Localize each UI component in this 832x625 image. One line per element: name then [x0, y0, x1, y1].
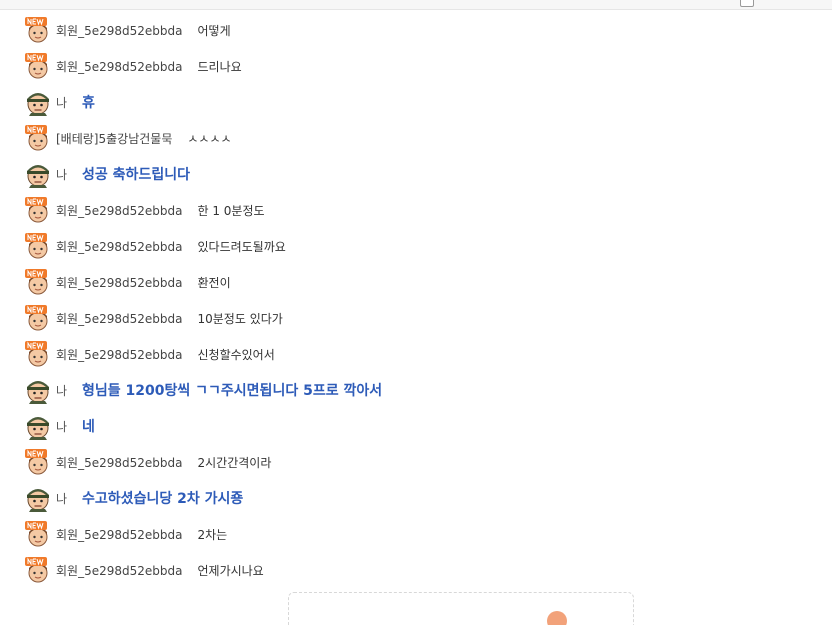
chat-message: 나 성공 축하드립니다: [24, 156, 190, 192]
message-text: 형님들 1200탕씩 ㄱㄱ주시면됩니다 5프로 깍아서: [82, 383, 383, 399]
message-nickname: 나: [56, 419, 68, 434]
top-toolbar: [0, 0, 832, 10]
message-nickname[interactable]: 회원_5e298d52ebbda: [56, 202, 182, 219]
chat-message: 나 휴: [24, 84, 95, 120]
message-text: 10분정도 있다가: [197, 311, 283, 326]
new-member-avatar-icon: [25, 17, 48, 43]
message-nickname[interactable]: 회원_5e298d52ebbda: [56, 454, 182, 471]
chat-message: 회원_5e298d52ebbda 2차는: [24, 516, 227, 552]
message-nickname[interactable]: 회원_5e298d52ebbda: [56, 310, 182, 327]
chat-message: 회원_5e298d52ebbda 언제가시나요: [24, 552, 264, 588]
chat-message: 회원_5e298d52ebbda 환전이: [24, 264, 231, 300]
chat-input-box[interactable]: [288, 592, 634, 625]
message-text: 신청할수있어서: [197, 347, 275, 362]
chat-message: 나 형님들 1200탕씩 ㄱㄱ주시면됩니다 5프로 깍아서: [24, 372, 382, 408]
soldier-avatar-icon: [27, 489, 49, 512]
message-text: 있다드려도될까요: [197, 239, 286, 254]
new-member-avatar-icon: [25, 197, 48, 223]
soldier-avatar-icon: [27, 93, 49, 116]
new-member-avatar-icon: [25, 233, 48, 259]
message-nickname: 나: [56, 167, 68, 182]
message-nickname: 나: [56, 491, 68, 506]
new-member-avatar-icon: [25, 53, 48, 79]
message-text: 드리나요: [197, 59, 242, 74]
chat-window: 회원_5e298d52ebbda 어떻게 회원_5e298d52ebbda 드리…: [0, 0, 832, 625]
new-member-avatar-icon: [25, 449, 48, 475]
chat-message: 회원_5e298d52ebbda 10분정도 있다가: [24, 300, 283, 336]
message-text: 한 1 0분정도: [197, 203, 265, 218]
chat-message: 회원_5e298d52ebbda 신청할수있어서: [24, 336, 275, 372]
message-nickname[interactable]: 회원_5e298d52ebbda: [56, 274, 182, 291]
chat-message: [배테랑]5출강남건물묵 ㅅㅅㅅㅅ: [24, 120, 232, 156]
chat-message: 나 네: [24, 408, 95, 444]
new-member-avatar-icon: [25, 125, 48, 151]
message-nickname: 나: [56, 95, 68, 110]
message-nickname[interactable]: 회원_5e298d52ebbda: [56, 562, 182, 579]
new-member-avatar-icon: [25, 269, 48, 295]
new-member-avatar-icon: [25, 557, 48, 583]
message-text: 성공 축하드립니다: [82, 167, 190, 183]
emoticon-icon[interactable]: [547, 611, 567, 625]
soldier-avatar-icon: [27, 381, 49, 404]
message-text: 언제가시나요: [197, 563, 264, 578]
chat-message: 회원_5e298d52ebbda 드리나요: [24, 48, 242, 84]
message-text: 어떻게: [197, 23, 231, 38]
new-member-avatar-icon: [25, 341, 48, 367]
message-nickname[interactable]: 회원_5e298d52ebbda: [56, 526, 182, 543]
message-nickname: 나: [56, 383, 68, 398]
message-text: 네: [82, 419, 95, 435]
message-text: 수고하셨습니당 2차 가시죵: [82, 491, 244, 507]
new-member-avatar-icon: [25, 305, 48, 331]
message-nickname[interactable]: 회원_5e298d52ebbda: [56, 346, 182, 363]
message-nickname[interactable]: 회원_5e298d52ebbda: [56, 238, 182, 255]
message-text: 휴: [82, 95, 95, 111]
message-text: 환전이: [197, 275, 231, 290]
chat-message: 회원_5e298d52ebbda 있다드려도될까요: [24, 228, 286, 264]
checkbox-icon[interactable]: [740, 0, 754, 7]
soldier-avatar-icon: [27, 165, 49, 188]
new-member-avatar-icon: [25, 521, 48, 547]
message-text: 2시간간격이라: [197, 455, 272, 470]
chat-message: 회원_5e298d52ebbda 한 1 0분정도: [24, 192, 265, 228]
message-nickname[interactable]: 회원_5e298d52ebbda: [56, 22, 182, 39]
message-nickname[interactable]: [배테랑]5출강남건물묵: [56, 130, 172, 147]
message-text: ㅅㅅㅅㅅ: [187, 131, 232, 146]
chat-message: 회원_5e298d52ebbda 2시간간격이라: [24, 444, 271, 480]
message-nickname[interactable]: 회원_5e298d52ebbda: [56, 58, 182, 75]
chat-message: 회원_5e298d52ebbda 어떻게: [24, 12, 231, 48]
soldier-avatar-icon: [27, 417, 49, 440]
message-text: 2차는: [197, 527, 228, 542]
chat-message: 나 수고하셨습니당 2차 가시죵: [24, 480, 243, 516]
